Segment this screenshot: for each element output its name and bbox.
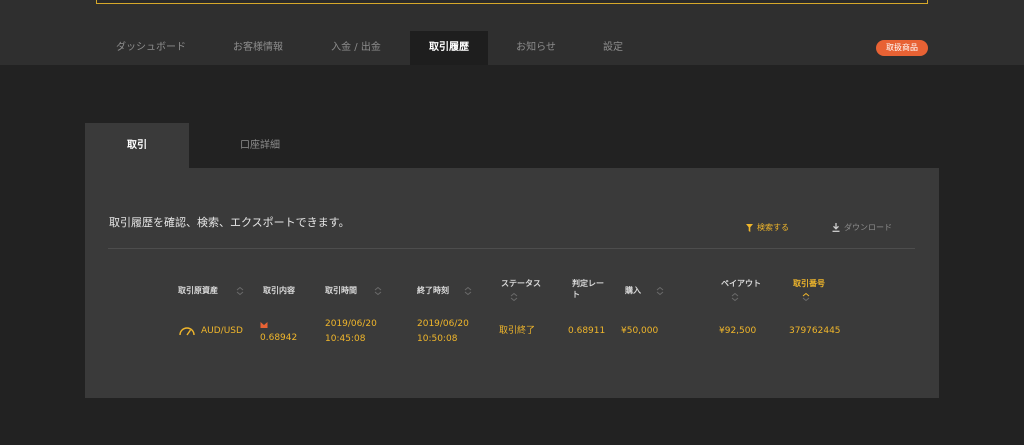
main-nav: ダッシュボード お客様情報 入金 / 出金 取引履歴 お知らせ 設定 bbox=[0, 31, 1024, 65]
download-button-label: ダウンロード bbox=[844, 223, 892, 232]
cell-time-clock: 10:45:08 bbox=[325, 334, 366, 344]
cell-payout: ¥92,500 bbox=[719, 326, 757, 336]
col-header-asset[interactable]: 取引原資産 bbox=[178, 285, 218, 296]
sort-payout-icon[interactable] bbox=[730, 292, 740, 302]
tab-dashboard[interactable]: ダッシュボード bbox=[98, 31, 204, 65]
cell-asset: AUD/USD bbox=[201, 326, 243, 336]
direction-up-icon bbox=[260, 322, 268, 328]
download-icon bbox=[832, 223, 840, 232]
cell-content: 0.68942 bbox=[260, 333, 298, 343]
cell-trade-number: 379762445 bbox=[789, 326, 841, 336]
search-button[interactable]: 検索する bbox=[746, 222, 789, 233]
cell-end-date: 2019/06/20 bbox=[417, 319, 469, 329]
sort-time-icon[interactable] bbox=[373, 286, 383, 296]
col-header-time[interactable]: 取引時間 bbox=[325, 285, 357, 296]
panel-description: 取引履歴を確認、検索、エクスポートできます。 bbox=[109, 216, 350, 229]
col-header-content: 取引内容 bbox=[263, 286, 295, 295]
tab-customer-info[interactable]: お客様情報 bbox=[216, 31, 300, 65]
top-banner bbox=[96, 0, 928, 4]
tab-notices[interactable]: お知らせ bbox=[500, 31, 572, 65]
col-header-end-time[interactable]: 終了時刻 bbox=[417, 285, 449, 296]
col-header-purchase[interactable]: 購入 bbox=[625, 285, 641, 296]
col-header-status[interactable]: ステータス bbox=[501, 278, 541, 289]
sort-number-icon[interactable] bbox=[801, 292, 811, 302]
tab-deposit-withdraw[interactable]: 入金 / 出金 bbox=[312, 31, 400, 65]
cell-purchase: ¥50,000 bbox=[621, 326, 659, 336]
download-button[interactable]: ダウンロード bbox=[832, 222, 892, 233]
panel-divider bbox=[108, 248, 915, 249]
col-header-rate-cont: ト bbox=[572, 290, 580, 299]
tab-trade-history[interactable]: 取引履歴 bbox=[410, 31, 488, 65]
cell-end-clock: 10:50:08 bbox=[417, 334, 458, 344]
col-header-payout[interactable]: ペイアウト bbox=[721, 278, 761, 289]
gauge-icon bbox=[179, 327, 195, 336]
sort-status-icon[interactable] bbox=[509, 292, 519, 302]
col-header-rate: 判定レー bbox=[572, 279, 604, 288]
search-button-label: 検索する bbox=[757, 223, 789, 232]
cell-status: 取引終了 bbox=[499, 326, 536, 336]
trade-history-page: ダッシュボード お客様情報 入金 / 出金 取引履歴 お知らせ 設定 取扱商品 … bbox=[0, 0, 1024, 445]
filter-icon bbox=[746, 223, 753, 232]
subtab-account-details[interactable]: 口座詳細 bbox=[205, 123, 315, 168]
products-button[interactable]: 取扱商品 bbox=[876, 40, 928, 56]
cell-time-date: 2019/06/20 bbox=[325, 319, 377, 329]
cell-rate: 0.68911 bbox=[568, 326, 606, 336]
subtab-trade[interactable]: 取引 bbox=[85, 123, 189, 168]
sort-asset-icon[interactable] bbox=[235, 286, 245, 296]
col-header-number[interactable]: 取引番号 bbox=[793, 278, 825, 289]
sort-end-time-icon[interactable] bbox=[463, 286, 473, 296]
sort-purchase-icon[interactable] bbox=[655, 286, 665, 296]
tab-settings[interactable]: 設定 bbox=[586, 31, 640, 65]
